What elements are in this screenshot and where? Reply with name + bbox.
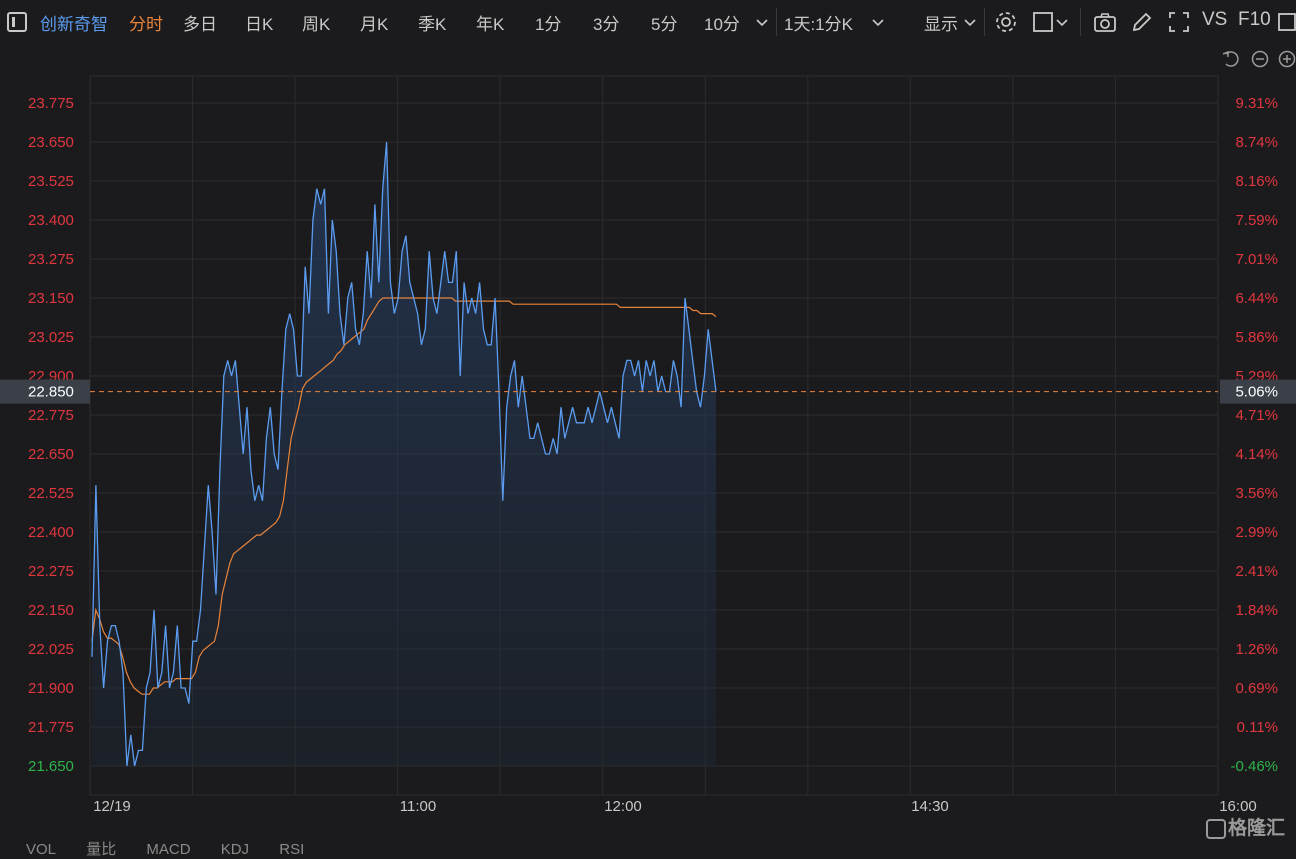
- percent-tick-label: 1.84%: [1235, 602, 1278, 619]
- brand-g-icon: [1206, 818, 1226, 839]
- price-tick-label: 21.900: [28, 680, 74, 697]
- brand-logo: 格隆汇: [1206, 813, 1285, 840]
- square-icon[interactable]: [1030, 9, 1056, 35]
- period-tab-intraday[interactable]: 分时: [129, 10, 163, 35]
- divider: [1080, 8, 1081, 36]
- divider: [984, 8, 985, 36]
- divider: [776, 8, 777, 36]
- time-tick-label: 14:30: [911, 798, 949, 815]
- period-tab-month[interactable]: 月K: [360, 10, 388, 35]
- percent-tick-label: 1.26%: [1235, 641, 1278, 658]
- f10-button[interactable]: F10: [1238, 9, 1271, 31]
- camera-icon[interactable]: [1092, 9, 1118, 35]
- period-tab-day[interactable]: 日K: [245, 10, 273, 35]
- percent-tick-label: -0.46%: [1230, 758, 1278, 775]
- percent-tick-label: 0.69%: [1235, 680, 1278, 697]
- price-tick-label: 23.525: [28, 173, 74, 190]
- percent-axis: 9.31%8.74%8.16%7.59%7.01%6.44%5.86%5.29%…: [1230, 95, 1278, 775]
- price-tick-label: 23.650: [28, 134, 74, 151]
- chevron-down-icon[interactable]: [1054, 9, 1070, 35]
- price-tick-label: 23.775: [28, 95, 74, 112]
- brand-name: 格隆汇: [1228, 818, 1286, 839]
- period-tab-year[interactable]: 年K: [476, 10, 504, 35]
- kline-select[interactable]: 1天:1分K: [784, 10, 853, 35]
- price-tick-label: 22.275: [28, 563, 74, 580]
- percent-tick-label: 8.16%: [1235, 173, 1278, 190]
- time-tick-label: 12:00: [604, 798, 642, 815]
- percent-tick-label: 2.41%: [1235, 563, 1278, 580]
- tab-volume-ratio[interactable]: 量比: [86, 841, 116, 858]
- vs-button[interactable]: VS: [1202, 9, 1227, 31]
- panel-icon[interactable]: [1276, 9, 1296, 35]
- fullscreen-icon[interactable]: [1166, 9, 1192, 35]
- toolbar: 创新奇智 分时 多日 日K 周K 月K 季K 年K 1分 3分 5分 10分 1…: [0, 0, 1296, 44]
- intraday-chart[interactable]: 23.775 23.650 23.525 23.400 23.275 23.150 23.0…: [0, 44, 1296, 838]
- price-tick-label: 21.775: [28, 719, 74, 736]
- chevron-down-icon[interactable]: [754, 9, 770, 35]
- price-tick-label: 22.775: [28, 407, 74, 424]
- percent-tick-label: 7.59%: [1235, 212, 1278, 229]
- period-tab-3min[interactable]: 3分: [593, 10, 619, 35]
- price-tick-label: 22.025: [28, 641, 74, 658]
- tab-rsi[interactable]: RSI: [279, 841, 304, 858]
- time-tick-label: 12/19: [93, 798, 131, 815]
- current-pct-label: 5.06%: [1235, 384, 1278, 401]
- panel-icon[interactable]: [4, 9, 30, 35]
- percent-tick-label: 2.99%: [1235, 524, 1278, 541]
- price-tick-label: 22.150: [28, 602, 74, 619]
- zoom-in-icon[interactable]: [1278, 50, 1296, 68]
- chevron-down-icon[interactable]: [962, 9, 978, 35]
- period-tab-5min[interactable]: 5分: [651, 10, 677, 35]
- percent-tick-label: 9.31%: [1235, 95, 1278, 112]
- pencil-icon[interactable]: [1129, 9, 1155, 35]
- period-tab-10min[interactable]: 10分: [704, 10, 740, 35]
- tab-kdj[interactable]: KDJ: [221, 841, 249, 858]
- tab-vol[interactable]: VOL: [26, 841, 56, 858]
- price-tick-label: 22.400: [28, 524, 74, 541]
- percent-tick-label: 3.56%: [1235, 485, 1278, 502]
- settings-gear-icon[interactable]: [993, 9, 1019, 35]
- price-tick-label: 23.150: [28, 290, 74, 307]
- zoom-out-icon[interactable]: [1251, 50, 1269, 68]
- percent-tick-label: 0.11%: [1237, 719, 1278, 736]
- time-tick-label: 11:00: [400, 798, 436, 815]
- stock-name[interactable]: 创新奇智: [40, 10, 108, 35]
- time-axis: 12/19 11:00 12:00 14:30 16:00: [93, 798, 1257, 815]
- period-tab-multiday[interactable]: 多日: [183, 10, 217, 35]
- price-tick-label: 23.400: [28, 212, 74, 229]
- price-tick-label: 23.275: [28, 251, 74, 268]
- period-tab-quarter[interactable]: 季K: [418, 10, 446, 35]
- percent-tick-label: 6.44%: [1235, 290, 1278, 307]
- chevron-down-icon[interactable]: [870, 9, 886, 35]
- price-tick-label: 21.650: [28, 758, 74, 775]
- percent-tick-label: 7.01%: [1235, 251, 1278, 268]
- display-menu[interactable]: 显示: [924, 10, 958, 35]
- price-tick-label: 22.650: [28, 446, 74, 463]
- tab-macd[interactable]: MACD: [146, 841, 190, 858]
- percent-tick-label: 8.74%: [1235, 134, 1278, 151]
- period-tab-week[interactable]: 周K: [302, 10, 330, 35]
- percent-tick-label: 4.14%: [1235, 446, 1278, 463]
- percent-tick-label: 4.71%: [1235, 407, 1278, 424]
- price-axis: 23.775 23.650 23.525 23.400 23.275 23.150 23.0…: [28, 95, 74, 775]
- price-tick-label: 23.025: [28, 329, 74, 346]
- undo-icon[interactable]: [1222, 50, 1239, 67]
- period-tab-1min[interactable]: 1分: [535, 10, 561, 35]
- price-tick-label: 22.525: [28, 485, 74, 502]
- current-price-label: 22.850: [28, 384, 74, 401]
- indicator-tabs: VOL 量比 MACD KDJ RSI: [26, 838, 330, 859]
- percent-tick-label: 5.86%: [1235, 329, 1278, 346]
